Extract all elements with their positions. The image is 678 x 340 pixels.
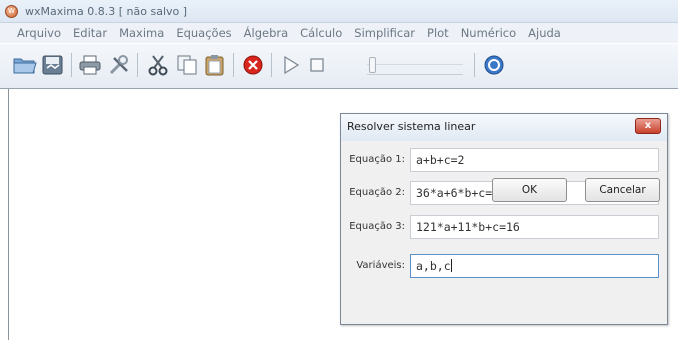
help-icon[interactable] (481, 52, 507, 78)
equation-1-input[interactable]: a+b+c=2 (410, 148, 659, 172)
equation-3-label: Equação 3: (349, 221, 405, 232)
toolbar (0, 44, 678, 89)
linear-system-dialog: Resolver sistema linear x Equação 1: a+b… (340, 113, 668, 325)
menu-ajuda[interactable]: Ajuda (522, 26, 567, 40)
variables-input[interactable]: a,b,c (410, 254, 659, 278)
save-icon[interactable] (40, 52, 66, 78)
equation-3-row: Equação 3: 121*a+11*b+c=16 (341, 215, 667, 241)
variables-row: Variáveis: a,b,c (341, 254, 667, 280)
menu-numerico[interactable]: Numérico (455, 26, 522, 40)
animation-slider[interactable] (367, 54, 463, 75)
menu-arquivo[interactable]: Arquivo (0, 26, 67, 40)
play-icon[interactable] (278, 52, 304, 78)
menu-editar[interactable]: Editar (67, 26, 113, 40)
equation-3-input[interactable]: 121*a+11*b+c=16 (410, 215, 659, 239)
print-icon[interactable] (77, 52, 103, 78)
toolbar-separator (233, 53, 234, 77)
equation-1-row: Equação 1: a+b+c=2 (341, 148, 667, 174)
interrupt-icon[interactable] (240, 52, 266, 78)
animation-slider-thumb[interactable] (369, 57, 376, 73)
toolbar-separator (137, 53, 138, 77)
menu-plot[interactable]: Plot (421, 26, 455, 40)
dialog-titlebar: Resolver sistema linear x (341, 114, 667, 140)
ok-button[interactable]: OK (492, 178, 567, 202)
window-titlebar: W wxMaxima 0.8.3 [ não salvo ] (0, 0, 678, 23)
equation-1-label: Equação 1: (349, 154, 405, 165)
variables-label: Variáveis: (356, 260, 405, 271)
cancel-button[interactable]: Cancelar (585, 178, 660, 202)
menu-simplificar[interactable]: Simplificar (348, 26, 421, 40)
preferences-icon[interactable] (106, 52, 132, 78)
close-icon[interactable]: x (635, 118, 661, 134)
paste-icon[interactable] (202, 52, 228, 78)
dialog-title: Resolver sistema linear (347, 120, 476, 133)
menu-maxima[interactable]: Maxima (113, 26, 170, 40)
menu-algebra[interactable]: Álgebra (238, 26, 295, 40)
toolbar-separator (271, 53, 272, 77)
wxmaxima-app-icon: W (5, 4, 18, 18)
toolbar-separator (71, 53, 72, 77)
menu-bar: Arquivo Editar Maxima Equações Álgebra C… (0, 23, 678, 43)
cut-icon[interactable] (145, 52, 171, 78)
menu-calculo[interactable]: Cálculo (294, 26, 348, 40)
window-title: wxMaxima 0.8.3 [ não salvo ] (25, 4, 188, 18)
stop-icon[interactable] (304, 52, 330, 78)
toolbar-separator (474, 53, 475, 77)
copy-icon[interactable] (174, 52, 200, 78)
menu-equacoes[interactable]: Equações (170, 26, 237, 40)
open-folder-icon[interactable] (12, 52, 38, 78)
variables-value: a,b,c (416, 259, 451, 273)
equation-2-label: Equação 2: (349, 187, 405, 198)
dialog-body: Equação 1: a+b+c=2 Equação 2: 36*a+6*b+c… (341, 141, 667, 324)
text-caret (450, 259, 452, 272)
